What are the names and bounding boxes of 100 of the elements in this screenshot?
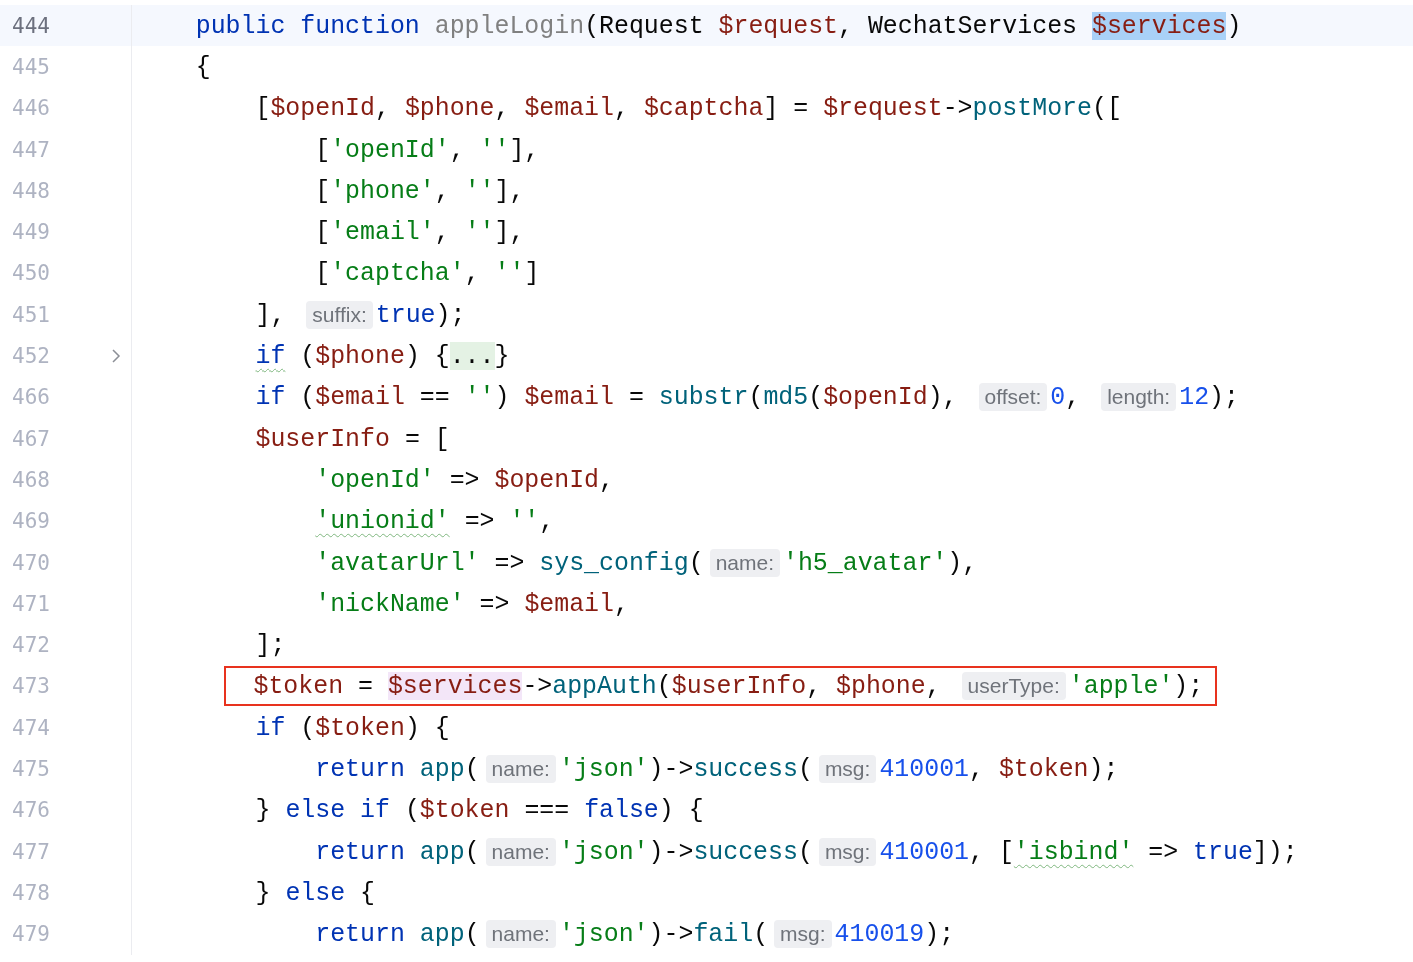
code-text: , [434,176,450,205]
variable: $token [998,755,1089,783]
number-literal: 410019 [834,920,925,949]
line-number: 446 [12,96,50,121]
keyword: else [285,796,346,825]
variable: $phone [404,94,495,123]
code-text: ); [1173,672,1204,701]
keyword: if [255,383,286,412]
keyword: if [255,713,286,742]
variable: $email [524,589,614,618]
string-literal: 'apple' [1068,672,1174,701]
line-number: 473 [12,674,50,699]
variable: $userInfo [671,672,807,701]
code-text: ( [656,672,672,701]
code-text: ( [688,548,704,577]
line-number: 444 [12,13,50,38]
variable: $openId [823,383,928,412]
code-text: ], [255,300,286,329]
code-text: ], [509,135,540,164]
variable: $token [253,672,344,701]
string-literal: 'email' [330,218,435,247]
line-number: 447 [12,137,50,162]
variable: $openId [270,94,375,123]
code-text: ( [753,920,769,949]
string-literal: 'isbind' [1013,837,1134,866]
keyword: function [300,11,420,40]
line-number: 475 [12,757,50,781]
code-text: )-> [648,837,694,866]
keyword: true [1193,837,1253,866]
code-text: ) { [404,713,450,742]
code-text: ), [927,383,958,412]
code-text: => [1148,837,1179,866]
string-literal: '' [464,218,495,247]
parameter-hint: msg: [774,920,832,949]
function-call: success [693,837,798,866]
line-number: 452 [12,344,50,368]
code-text: ); [1209,383,1239,412]
variable: $captcha [643,94,764,123]
keyword: if [360,796,390,825]
code-text: , [1065,383,1081,412]
function-name: appleLogin [434,11,585,40]
code-text: [ [315,218,331,247]
code-text: ], [494,218,525,247]
line-number: 466 [12,385,50,410]
number-literal: 0 [1050,383,1066,412]
function-call: fail [693,920,754,949]
string-literal: '' [509,507,540,536]
code-text: ( [464,920,480,949]
code-text: == [419,383,450,412]
folded-code: ... [449,342,495,370]
code-text: (Request [584,11,704,40]
code-text: { [360,878,375,907]
string-literal: 'nickName' [315,589,465,618]
code-text: } [494,342,510,370]
code-text: ) [494,383,510,412]
string-literal: '' [464,176,495,205]
code-text: , [464,259,480,288]
code-text: ( [797,837,813,866]
chevron-right-icon[interactable] [111,348,121,364]
variable: $email [315,383,405,412]
number-literal: 410001 [879,837,969,866]
code-text: ]); [1252,837,1298,866]
line-number: 467 [12,426,50,451]
string-literal: 'openId' [315,465,435,494]
code-text: = [628,383,644,412]
line-number: 470 [12,550,50,575]
code-text: => [464,507,495,536]
variable: $phone [315,342,405,370]
line-number: 477 [12,839,50,864]
parameter-hint: userType: [961,672,1066,701]
line-number: 450 [12,261,50,286]
variable: $services [1092,11,1227,40]
line-number: 471 [12,591,50,616]
string-literal: 'avatarUrl' [315,548,480,577]
code-text: [ [315,135,331,164]
code-text: ] = [763,94,809,123]
keyword: public [195,11,286,40]
code-text: , [ [969,837,1014,866]
code-text: ); [924,920,955,949]
variable: $userInfo [255,424,390,453]
line-number: 476 [12,798,50,823]
variable: $email [524,383,614,412]
parameter-hint: msg: [818,755,877,783]
code-text: ( [808,383,824,412]
function-call: postMore [972,94,1092,123]
code-text: ); [435,300,466,329]
code-text: ( [464,755,480,783]
code-text: [ [255,94,271,123]
code-text: ( [300,713,316,742]
keyword: true [375,300,436,329]
variable: $request [718,11,839,40]
code-text: , [969,755,984,783]
number-literal: 410001 [879,755,969,783]
code-text: ( [464,837,480,866]
code-text: , [494,94,510,123]
code-text: ) { [404,342,450,370]
line-number: 451 [12,302,50,327]
keyword: return [315,755,405,783]
keyword: else [285,878,346,907]
parameter-hint: msg: [818,837,877,866]
